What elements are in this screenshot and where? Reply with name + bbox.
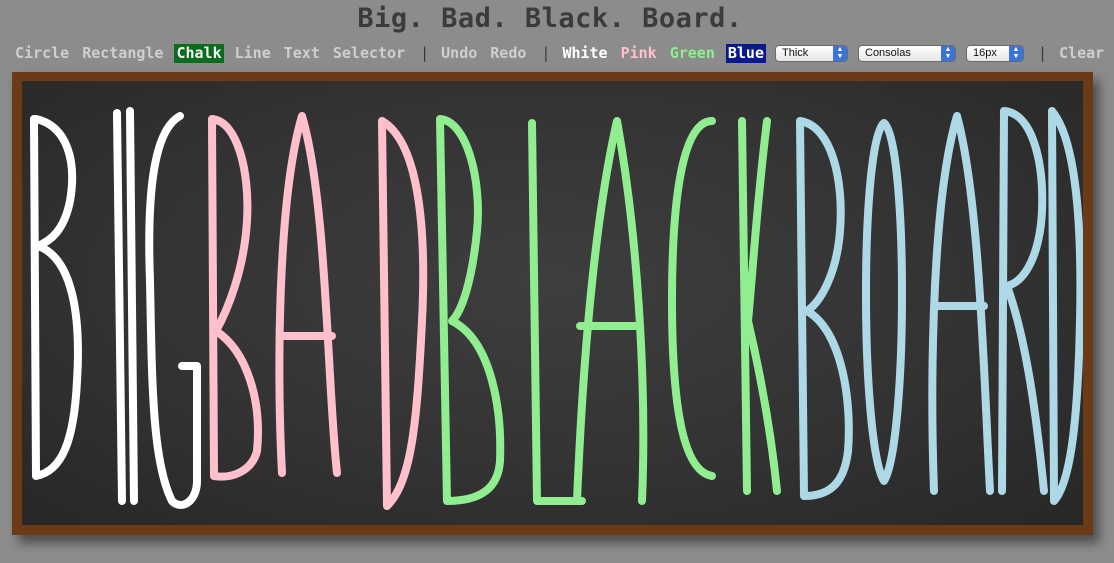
chalk-stroke-blue: [796, 107, 1083, 505]
redo-button[interactable]: Redo: [488, 44, 528, 63]
chalk-stroke-pink: [208, 112, 428, 510]
tool-chalk[interactable]: Chalk: [174, 43, 224, 63]
font-select-value: Consolas: [865, 47, 911, 59]
color-pink[interactable]: Pink: [619, 44, 659, 63]
font-select[interactable]: Consolas ▲ ▼: [858, 44, 956, 62]
toolbar-divider: |: [420, 44, 430, 62]
select-arrows-icon: ▲ ▼: [941, 45, 955, 61]
chalkboard-frame: [12, 72, 1093, 535]
toolbar: Circle Rectangle Chalk Line Text Selecto…: [13, 42, 1114, 64]
chalk-drawing: [30, 107, 1083, 510]
chalk-stroke-white: [30, 107, 201, 509]
page-title: Big. Bad. Black. Board.: [357, 3, 743, 34]
chalk-stroke-green: [436, 115, 781, 505]
tool-rectangle[interactable]: Rectangle: [80, 44, 165, 63]
size-select-value: 16px: [973, 47, 997, 59]
tool-selector[interactable]: Selector: [331, 44, 407, 63]
select-arrows-icon: ▲ ▼: [1009, 45, 1023, 61]
clear-button[interactable]: Clear: [1057, 44, 1106, 63]
select-arrows-icon: ▲ ▼: [833, 45, 847, 61]
thickness-select[interactable]: Thick ▲ ▼: [775, 44, 848, 62]
color-white[interactable]: White: [560, 44, 609, 63]
size-select[interactable]: 16px ▲ ▼: [966, 44, 1024, 62]
chalkboard-canvas[interactable]: [22, 81, 1083, 525]
tool-text[interactable]: Text: [282, 44, 322, 63]
toolbar-divider: |: [541, 44, 551, 62]
toolbar-divider: |: [1038, 44, 1048, 62]
thickness-select-value: Thick: [782, 47, 809, 59]
color-green[interactable]: Green: [668, 44, 717, 63]
tool-circle[interactable]: Circle: [13, 44, 71, 63]
tool-line[interactable]: Line: [233, 44, 273, 63]
undo-button[interactable]: Undo: [439, 44, 479, 63]
color-blue[interactable]: Blue: [725, 43, 766, 63]
